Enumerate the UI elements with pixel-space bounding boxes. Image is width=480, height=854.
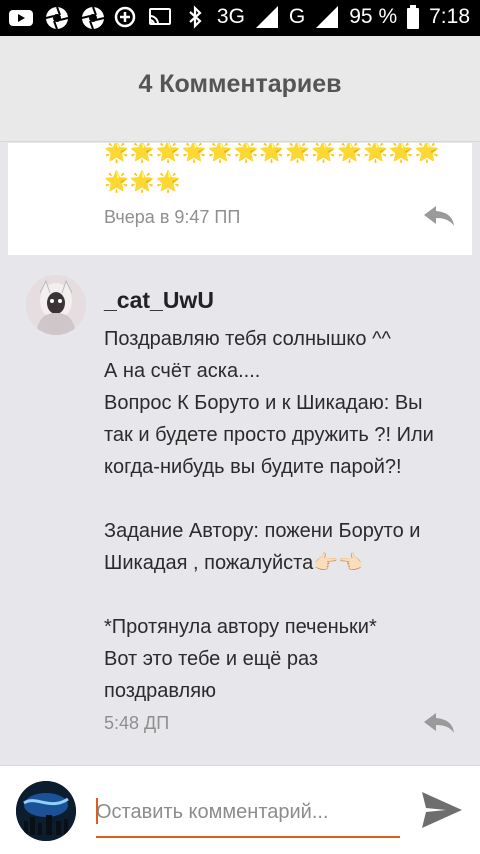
network-type: 3G (216, 5, 245, 28)
comment-item: _cat_UwU Поздравляю тебя солнышко ^^ А н… (0, 265, 480, 765)
comments-header: 4 Комментариев (0, 36, 480, 142)
signal-icon (255, 6, 278, 28)
comment-input-wrapper (96, 792, 400, 838)
avatar-image (16, 781, 76, 841)
comment-text: 🌟🌟🌟🌟🌟🌟🌟🌟🌟🌟🌟🌟🌟 🌟🌟🌟 (104, 143, 441, 193)
battery-icon (407, 5, 420, 29)
comment-list[interactable]: 🌟🌟🌟🌟🌟🌟🌟🌟🌟🌟🌟🌟🌟 🌟🌟🌟 Вчера в 9:47 ПП _cat_U… (0, 143, 480, 765)
clock: 7:18 (429, 5, 470, 28)
data-saver-icon (114, 6, 136, 28)
comment-card: 🌟🌟🌟🌟🌟🌟🌟🌟🌟🌟🌟🌟🌟 🌟🌟🌟 Вчера в 9:47 ПП (8, 143, 472, 255)
carrier-letter: G (288, 5, 306, 28)
comment-username[interactable]: _cat_UwU (104, 287, 214, 314)
avatar[interactable] (26, 275, 86, 335)
youtube-icon (9, 10, 33, 26)
reply-icon[interactable] (422, 711, 456, 735)
signal-icon (316, 6, 339, 28)
comment-text: Поздравляю тебя солнышко ^^ А на счёт ас… (104, 328, 434, 702)
avatar-image (26, 275, 86, 335)
comment-composer (0, 765, 480, 854)
reply-icon[interactable] (422, 204, 456, 228)
bluetooth-icon (189, 5, 202, 29)
text-cursor (96, 798, 98, 824)
aperture-icon (81, 6, 105, 30)
comment-input[interactable] (96, 792, 400, 832)
comment-time: Вчера в 9:47 ПП (104, 207, 241, 227)
status-bar: 3G G 95 % 7:18 (0, 0, 480, 36)
page-title: 4 Комментариев (138, 70, 342, 98)
battery-percent: 95 % (349, 5, 398, 28)
comment-time: 5:48 ДП (104, 713, 170, 733)
send-button[interactable] (416, 788, 466, 834)
cast-icon (148, 8, 171, 25)
send-icon (422, 791, 462, 828)
avatar (16, 781, 76, 841)
aperture-icon (45, 6, 69, 30)
